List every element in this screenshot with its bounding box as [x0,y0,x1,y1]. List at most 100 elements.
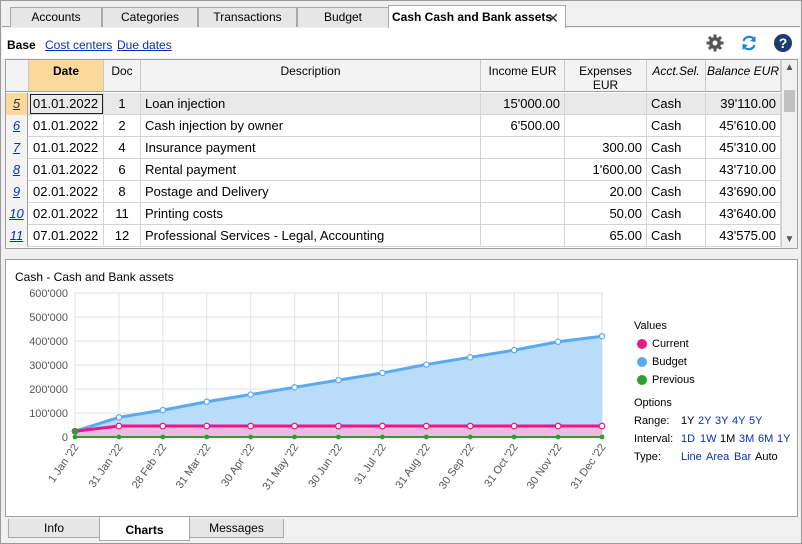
cell-expenses[interactable]: 20.00 [565,181,647,203]
range-option-4y[interactable]: 4Y [732,415,745,427]
cell-account[interactable]: Cash [647,159,706,181]
cell-doc[interactable]: 8 [104,181,141,203]
scroll-up-icon[interactable]: ▲ [782,62,797,73]
cell-description[interactable]: Professional Services - Legal, Accountin… [141,225,481,247]
cell-income[interactable] [481,137,565,159]
cell-description[interactable]: Loan injection [141,93,481,115]
table-row[interactable]: 11 07.01.2022 12 Professional Services - Le… [6,225,781,247]
table-row[interactable]: 6 01.01.2022 2 Cash injection by owner 6'500… [6,115,781,137]
cell-doc[interactable]: 2 [104,115,141,137]
cell-expenses[interactable] [565,115,647,137]
cell-expenses[interactable]: 65.00 [565,225,647,247]
cell-income[interactable]: 15'000.00 [481,93,565,115]
tab-budget[interactable]: Budget [297,7,389,27]
table-row[interactable]: 7 01.01.2022 4 Insurance payment 300.00 Cash 4… [6,137,781,159]
row-number[interactable]: 5 [6,93,28,115]
interval-option-3m[interactable]: 3M [739,433,754,445]
cell-income[interactable] [481,181,565,203]
row-number[interactable]: 8 [6,159,28,181]
cell-income[interactable] [481,225,565,247]
tab-accounts[interactable]: Accounts [10,7,102,27]
gear-icon[interactable] [705,33,725,53]
cell-account[interactable]: Cash [647,93,706,115]
legend-budget[interactable]: Budget [652,356,687,368]
cell-doc[interactable]: 11 [104,203,141,225]
cell-balance[interactable]: 43'575.00 [706,225,781,247]
cell-expenses[interactable] [565,93,647,115]
cell-balance[interactable]: 45'310.00 [706,137,781,159]
column-header-balance[interactable]: Balance EUR [706,60,781,92]
type-option-area[interactable]: Area [706,451,729,463]
cell-doc[interactable]: 1 [104,93,141,115]
tab-messages[interactable]: Messages [189,519,284,538]
legend-previous[interactable]: Previous [652,374,695,386]
tab-info[interactable]: Info [8,519,100,538]
cell-description[interactable]: Cash injection by owner [141,115,481,137]
cell-date[interactable]: 01.01.2022 [29,93,104,115]
cell-balance[interactable]: 39'110.00 [706,93,781,115]
cell-date[interactable]: 01.01.2022 [29,159,104,181]
range-option-1y[interactable]: 1Y [681,415,694,427]
tab-cash-account[interactable]: Cash Cash and Bank assets ✕ [388,5,566,28]
cell-description[interactable]: Postage and Delivery [141,181,481,203]
column-header-account-selection[interactable]: Acct.Sel. [647,60,706,92]
range-option-2y[interactable]: 2Y [698,415,711,427]
column-header-expenses[interactable]: Expenses EUR [565,60,647,92]
cell-income[interactable] [481,159,565,181]
cell-doc[interactable]: 12 [104,225,141,247]
type-option-bar[interactable]: Bar [734,451,751,463]
cell-doc[interactable]: 4 [104,137,141,159]
interval-option-1w[interactable]: 1W [700,433,717,445]
view-due-dates-link[interactable]: Due dates [117,38,172,52]
table-row[interactable]: 9 02.01.2022 8 Postage and Delivery 20.00 Cas… [6,181,781,203]
cell-doc[interactable]: 6 [104,159,141,181]
cell-description[interactable]: Printing costs [141,203,481,225]
row-number[interactable]: 6 [6,115,28,137]
table-row[interactable]: 10 02.01.2022 11 Printing costs 50.00 Cash 43'… [6,203,781,225]
table-row[interactable]: 8 01.01.2022 6 Rental payment 1'600.00 Cash 43… [6,159,781,181]
interval-option-1y[interactable]: 1Y [777,433,790,445]
cell-account[interactable]: Cash [647,225,706,247]
cell-balance[interactable]: 43'690.00 [706,181,781,203]
tab-categories[interactable]: Categories [102,7,198,27]
row-number[interactable]: 10 [6,203,28,225]
table-row[interactable]: 5 01.01.2022 1 Loan injection 15'000.00 Cash 3… [6,93,781,115]
legend-current[interactable]: Current [652,338,689,350]
cell-expenses[interactable]: 1'600.00 [565,159,647,181]
cell-balance[interactable]: 43'710.00 [706,159,781,181]
interval-option-6m[interactable]: 6M [758,433,773,445]
scroll-down-icon[interactable]: ▼ [782,234,797,245]
column-header-income[interactable]: Income EUR [481,60,565,92]
row-number[interactable]: 9 [6,181,28,203]
cell-income[interactable]: 6'500.00 [481,115,565,137]
close-icon[interactable]: ✕ [547,7,559,29]
cell-date[interactable]: 01.01.2022 [29,137,104,159]
scrollbar-thumb[interactable] [784,90,795,112]
cell-date[interactable]: 02.01.2022 [29,181,104,203]
cell-income[interactable] [481,203,565,225]
cell-expenses[interactable]: 50.00 [565,203,647,225]
view-base[interactable]: Base [7,38,36,52]
column-header-doc[interactable]: Doc [104,60,141,92]
cell-balance[interactable]: 45'610.00 [706,115,781,137]
interval-option-1d[interactable]: 1D [681,433,695,445]
type-option-line[interactable]: Line [681,451,702,463]
type-option-auto[interactable]: Auto [755,451,778,463]
help-icon[interactable]: ? [773,33,793,53]
tab-transactions[interactable]: Transactions [198,7,297,27]
cell-account[interactable]: Cash [647,181,706,203]
column-header-description[interactable]: Description [141,60,481,92]
cell-date[interactable]: 02.01.2022 [29,203,104,225]
cell-expenses[interactable]: 300.00 [565,137,647,159]
row-number[interactable]: 7 [6,137,28,159]
column-header-date[interactable]: Date [29,60,104,92]
cell-account[interactable]: Cash [647,115,706,137]
cell-balance[interactable]: 43'640.00 [706,203,781,225]
cell-date[interactable]: 01.01.2022 [29,115,104,137]
cell-date[interactable]: 07.01.2022 [29,225,104,247]
refresh-icon[interactable] [739,33,759,53]
range-option-5y[interactable]: 5Y [749,415,762,427]
table-scrollbar[interactable]: ▲ ▼ [781,60,797,248]
view-cost-centers-link[interactable]: Cost centers [45,38,112,52]
row-number[interactable]: 11 [6,225,28,247]
